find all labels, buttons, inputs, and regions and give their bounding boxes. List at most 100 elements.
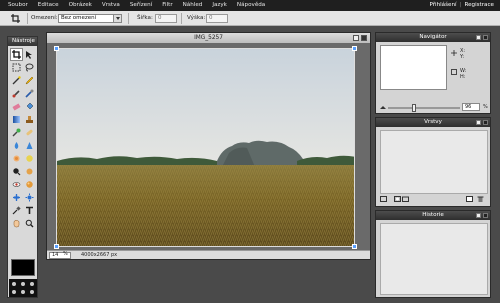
zoom-slider-knob[interactable] — [412, 104, 416, 112]
navigator-title[interactable]: Navigátor — [376, 33, 490, 42]
y-label: Y: — [460, 54, 465, 60]
stamp-tool[interactable] — [23, 113, 36, 126]
color-replace-tool[interactable] — [10, 126, 23, 139]
constraint-value: Bez omezení — [61, 15, 97, 21]
text-icon — [26, 206, 33, 214]
red-eye-tool[interactable] — [10, 178, 23, 191]
image-statusbar: 14 % 4000x2667 px — [47, 250, 370, 259]
pencil-tool[interactable] — [23, 74, 36, 87]
magic-wand-icon — [12, 76, 21, 85]
close-icon[interactable] — [483, 213, 488, 218]
hand-tool[interactable] — [10, 217, 23, 230]
selection-handle[interactable] — [352, 244, 357, 249]
pencil-icon — [25, 76, 34, 85]
marquee-tool[interactable] — [10, 61, 23, 74]
height-input[interactable]: 0 — [206, 14, 228, 23]
width-input[interactable]: 0 — [155, 14, 177, 23]
maximize-icon[interactable] — [353, 35, 359, 41]
h-label: H: — [460, 74, 466, 80]
history-title[interactable]: Historie — [376, 211, 490, 220]
selection-handle[interactable] — [54, 244, 59, 249]
zoom-tool[interactable] — [23, 217, 36, 230]
menu-jazyk[interactable]: Jazyk — [207, 0, 232, 11]
wand-tool[interactable] — [10, 74, 23, 87]
pinch-tool[interactable] — [10, 191, 23, 204]
layers-toolbar — [380, 196, 488, 203]
sponge-tool[interactable] — [23, 152, 36, 165]
canvas-image[interactable] — [56, 48, 355, 247]
close-icon[interactable] — [483, 35, 488, 40]
sharpen-tool[interactable] — [23, 139, 36, 152]
navigator-preview[interactable] — [380, 45, 447, 90]
menu-obrazek[interactable]: Obrázek — [64, 0, 97, 11]
layers-title[interactable]: Vrstvy — [376, 118, 490, 127]
maximize-icon[interactable] — [476, 35, 481, 40]
selection-handle[interactable] — [352, 46, 357, 51]
tools-options-area[interactable] — [9, 279, 37, 297]
dodge-tool[interactable] — [10, 165, 23, 178]
width-label: Šířka: — [137, 15, 153, 21]
burn-tool[interactable] — [23, 165, 36, 178]
image-title: IMG_5257 — [194, 35, 223, 41]
close-icon[interactable] — [361, 35, 367, 41]
clone-icon — [25, 89, 34, 98]
lasso-icon — [25, 63, 34, 72]
heal-tool[interactable] — [23, 126, 36, 139]
maximize-icon[interactable] — [476, 120, 481, 125]
menu-nahled[interactable]: Náhled — [178, 0, 208, 11]
crosshair-icon — [451, 50, 457, 56]
layers-list[interactable] — [380, 130, 488, 194]
smudge-tool[interactable] — [10, 152, 23, 165]
layer-group-icon[interactable] — [402, 196, 409, 202]
layer-mask-icon[interactable] — [394, 196, 401, 202]
sponge-icon — [26, 155, 33, 162]
menu-soubor[interactable]: Soubor — [0, 0, 33, 11]
history-list[interactable] — [380, 223, 488, 295]
menu-serizeni[interactable]: Seřízení — [125, 0, 157, 11]
new-layer-icon[interactable] — [466, 196, 473, 202]
selection-handle[interactable] — [54, 46, 59, 51]
gradient-tool[interactable] — [10, 113, 23, 126]
brush-tool[interactable] — [10, 87, 23, 100]
layer-style-icon[interactable] — [380, 196, 387, 202]
login-link[interactable]: Přihlášení — [429, 0, 456, 11]
crop-icon — [11, 14, 20, 23]
height-label: Výška: — [187, 15, 206, 21]
blur-tool[interactable] — [10, 139, 23, 152]
eraser-tool[interactable] — [10, 100, 23, 113]
selection-size-icon — [451, 69, 457, 75]
bloat-tool[interactable] — [23, 178, 36, 191]
bandage-icon — [26, 129, 33, 136]
history-title-text: Historie — [422, 212, 444, 218]
eyedropper-tool[interactable] — [10, 204, 23, 217]
landscape-photo — [57, 49, 354, 246]
navigator-zoom-input[interactable]: 96 — [462, 103, 480, 111]
options-bar: Omezení: Bez omezení Šířka: 0 Výška: 0 — [0, 11, 500, 26]
trash-icon[interactable] — [477, 196, 484, 202]
text-tool[interactable] — [23, 204, 36, 217]
close-icon[interactable] — [483, 120, 488, 125]
zoom-unit: % — [63, 251, 68, 257]
lasso-tool[interactable] — [23, 61, 36, 74]
navigator-zoom-unit: % — [483, 104, 488, 110]
menu-editace[interactable]: Editace — [33, 0, 64, 11]
image-titlebar[interactable]: IMG_5257 — [47, 33, 370, 43]
menu-vrstva[interactable]: Vrstva — [97, 0, 125, 11]
pinch-icon — [13, 194, 20, 201]
crop-tool[interactable] — [10, 48, 23, 61]
zoom-slider[interactable] — [388, 104, 460, 112]
eyedropper-icon — [12, 206, 21, 215]
spatial-tool[interactable] — [23, 191, 36, 204]
image-size: 4000x2667 px — [81, 252, 118, 258]
constraint-select[interactable]: Bez omezení — [58, 14, 122, 23]
tools-grid — [10, 48, 36, 230]
color-swatch[interactable] — [11, 259, 35, 276]
clone-tool[interactable] — [23, 87, 36, 100]
move-tool[interactable] — [23, 48, 36, 61]
bucket-tool[interactable] — [23, 100, 36, 113]
menu-filtr[interactable]: Filtr — [157, 0, 177, 11]
option-dot — [12, 290, 16, 294]
register-link[interactable]: Registrace — [464, 0, 494, 11]
maximize-icon[interactable] — [476, 213, 481, 218]
menu-napoveda[interactable]: Nápověda — [232, 0, 270, 11]
